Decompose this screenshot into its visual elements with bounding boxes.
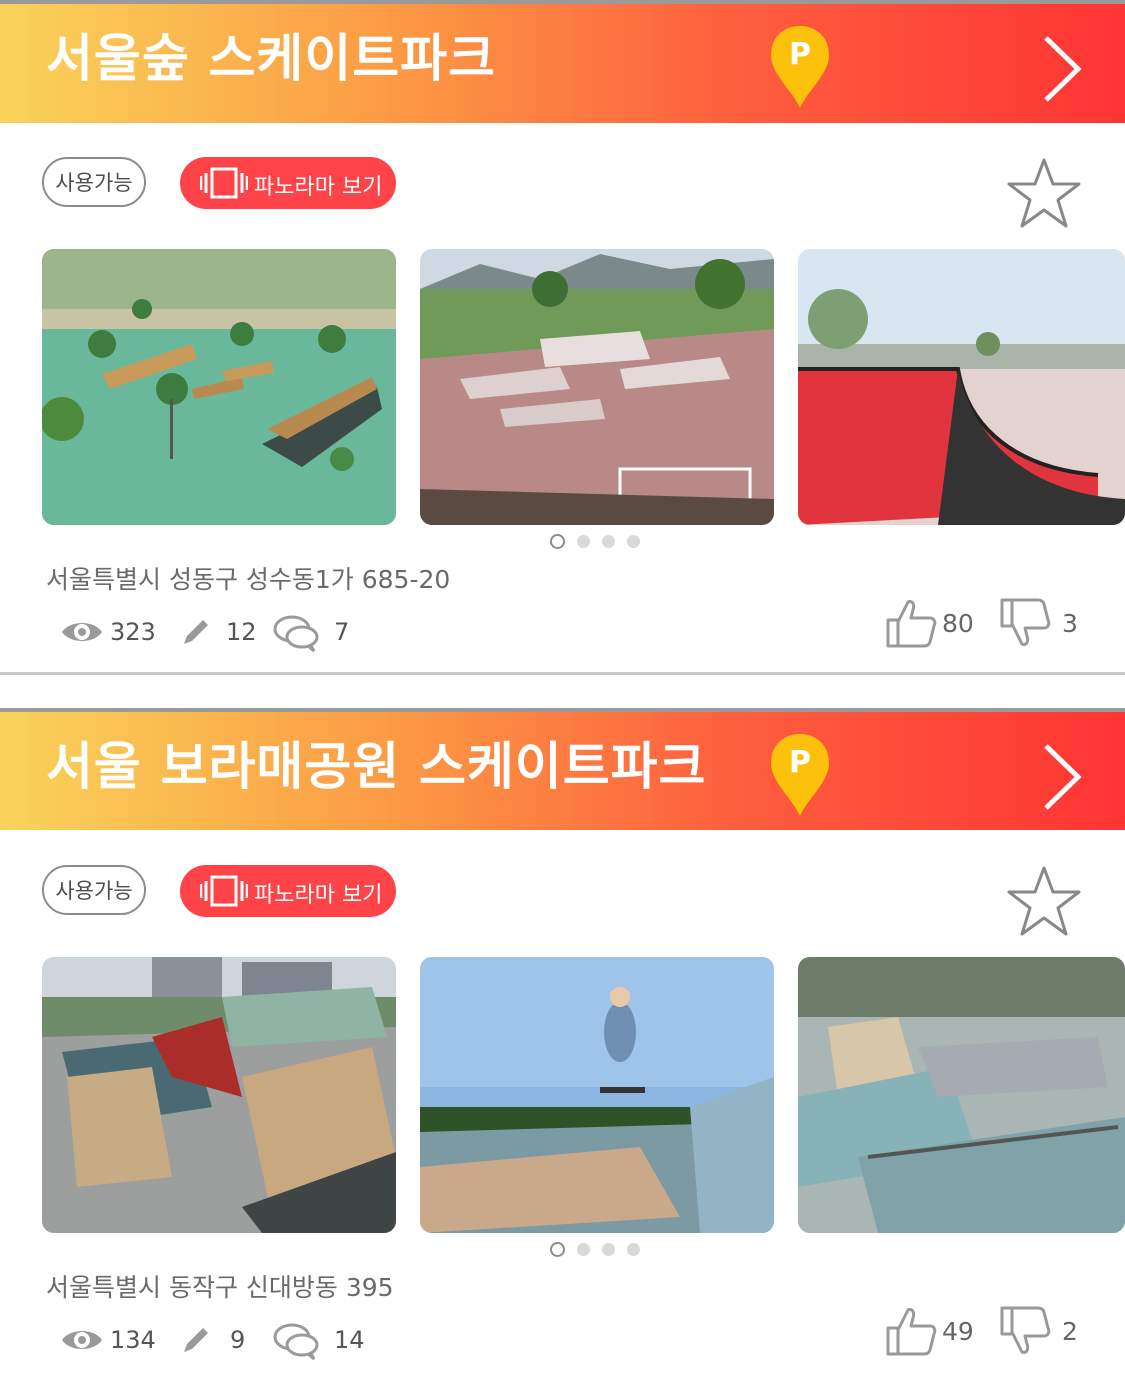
comment-bubbles-icon (273, 1323, 319, 1360)
edits-stat: 12 (180, 612, 257, 652)
page-dot[interactable] (627, 535, 640, 548)
like-button[interactable]: 49 (884, 1304, 974, 1358)
thumbs-down-icon (1000, 1306, 1051, 1354)
chevron-right-icon[interactable] (1036, 34, 1084, 104)
eye-icon (62, 1331, 102, 1349)
parking-label: P (789, 745, 811, 780)
panorama-button[interactable]: 파노라마 보기 (180, 157, 396, 209)
park-photo-3[interactable] (798, 957, 1125, 1233)
page-dot[interactable] (602, 1243, 615, 1256)
edits-count: 9 (230, 1326, 246, 1354)
panorama-label: 파노라마 보기 (254, 175, 383, 200)
page-dot[interactable] (627, 1243, 640, 1256)
parking-pin-icon[interactable]: P (768, 24, 832, 110)
pencil-icon (184, 1328, 208, 1352)
page-dot[interactable] (577, 535, 590, 548)
park-title[interactable]: 서울숲 스케이트파크 (46, 30, 496, 90)
edits-count: 12 (226, 618, 257, 646)
panorama-button[interactable]: 파노라마 보기 (180, 865, 396, 917)
pencil-icon (184, 620, 208, 644)
dislikes-count: 2 (1062, 1316, 1078, 1346)
views-count: 134 (110, 1326, 156, 1354)
views-stat: 323 (60, 612, 156, 652)
page-dot-active[interactable] (550, 534, 565, 549)
status-badge: 사용가능 (42, 157, 146, 207)
park-photo-2[interactable] (420, 957, 774, 1233)
views-count: 323 (110, 618, 156, 646)
views-stat: 134 (60, 1320, 156, 1360)
photo-pagination (550, 532, 650, 550)
page-dot[interactable] (602, 535, 615, 548)
thumbs-up-icon (886, 1308, 937, 1356)
likes-count: 80 (942, 608, 974, 638)
panorama-label: 파노라마 보기 (254, 883, 383, 908)
parking-label: P (789, 37, 811, 72)
dislike-button[interactable]: 2 (998, 1304, 1078, 1358)
park-photo-1[interactable] (42, 957, 396, 1233)
like-button[interactable]: 80 (884, 596, 974, 650)
favorite-star-icon[interactable] (1006, 156, 1082, 230)
thumbs-down-icon (1000, 598, 1051, 646)
dislikes-count: 3 (1062, 608, 1078, 638)
page-dot[interactable] (577, 1243, 590, 1256)
park-address: 서울특별시 동작구 신대방동 395 (46, 1273, 394, 1302)
eye-icon (62, 623, 102, 641)
parking-pin-icon[interactable]: P (768, 732, 832, 818)
edits-stat: 9 (180, 1320, 245, 1360)
comment-bubbles-icon (273, 615, 319, 652)
favorite-star-icon[interactable] (1006, 864, 1082, 938)
comments-count: 7 (334, 618, 350, 646)
status-badge: 사용가능 (42, 865, 146, 915)
park-photo-3[interactable] (798, 249, 1125, 525)
park-photo-1[interactable] (42, 249, 396, 525)
panorama-icon (200, 167, 248, 199)
dislike-button[interactable]: 3 (998, 596, 1078, 650)
park-title[interactable]: 서울 보라매공원 스케이트파크 (46, 738, 706, 798)
park-address: 서울특별시 성동구 성수동1가 685-20 (46, 565, 451, 594)
park-header[interactable]: 서울숲 스케이트파크 P (0, 4, 1125, 123)
park-header[interactable]: 서울 보라매공원 스케이트파크 P (0, 712, 1125, 830)
park-photo-2[interactable] (420, 249, 774, 525)
comments-stat: 7 (272, 612, 349, 652)
photo-pagination (550, 1240, 650, 1258)
comments-count: 14 (334, 1326, 365, 1354)
comments-stat: 14 (272, 1320, 365, 1360)
thumbs-up-icon (886, 600, 937, 648)
chevron-right-icon[interactable] (1036, 742, 1084, 812)
page-dot-active[interactable] (550, 1242, 565, 1257)
panorama-icon (200, 875, 248, 907)
likes-count: 49 (942, 1316, 974, 1346)
card-divider (0, 672, 1125, 675)
